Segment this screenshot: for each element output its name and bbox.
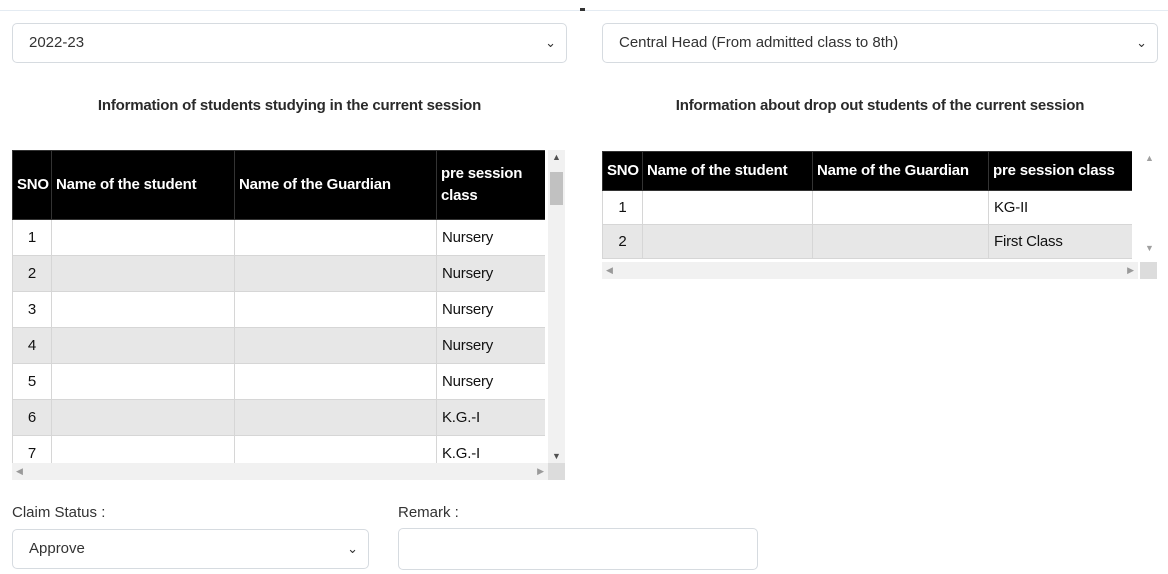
column-header-pre-class[interactable]: pre session class xyxy=(436,150,545,220)
cell-guardian xyxy=(812,190,989,225)
table-row[interactable]: 6 K.G.-I xyxy=(12,399,545,436)
cell-student xyxy=(642,190,813,225)
cell-sno: 6 xyxy=(12,399,52,436)
table-header-row: SNO Name of the student Name of the Guar… xyxy=(602,151,1132,191)
cell-sno: 5 xyxy=(12,363,52,400)
current-session-heading: Information of students studying in the … xyxy=(97,97,482,114)
remark-label: Remark : xyxy=(398,504,459,521)
cell-sno: 2 xyxy=(602,224,643,259)
table-header-row: SNO Name of the student Name of the Guar… xyxy=(12,150,545,220)
cell-sno: 7 xyxy=(12,435,52,463)
current-session-grid[interactable]: SNO Name of the student Name of the Guar… xyxy=(12,150,545,463)
cell-pre-class: K.G.-I xyxy=(436,399,545,436)
claim-status-value: Approve xyxy=(29,540,85,557)
current-grid-horizontal-scrollbar[interactable]: ◀ ▶ xyxy=(12,463,548,480)
table-row[interactable]: 2 First Class xyxy=(602,224,1132,259)
column-header-sno[interactable]: SNO xyxy=(602,151,643,191)
cell-pre-class: Nursery xyxy=(436,255,545,292)
cell-pre-class: KG-II xyxy=(988,190,1132,225)
table-row[interactable]: 4 Nursery xyxy=(12,327,545,364)
triangle-up-icon[interactable]: ▲ xyxy=(548,150,565,164)
cell-sno: 1 xyxy=(12,219,52,256)
session-year-select[interactable]: 2022-23 ⌄ xyxy=(12,23,567,63)
cell-guardian xyxy=(234,219,437,256)
head-select[interactable]: Central Head (From admitted class to 8th… xyxy=(602,23,1158,63)
scrollbar-corner xyxy=(548,463,565,480)
cell-student xyxy=(51,435,235,463)
table-row[interactable]: 1 Nursery xyxy=(12,219,545,256)
table-row[interactable]: 2 Nursery xyxy=(12,255,545,292)
column-header-student[interactable]: Name of the student xyxy=(642,151,813,191)
cell-pre-class: Nursery xyxy=(436,327,545,364)
scrollbar-corner xyxy=(1140,262,1157,279)
cell-guardian xyxy=(234,363,437,400)
triangle-down-icon[interactable]: ▼ xyxy=(548,449,565,463)
dropout-grid-vertical-scrollbar[interactable]: ▲ ▼ xyxy=(1141,151,1158,259)
dropout-grid[interactable]: SNO Name of the student Name of the Guar… xyxy=(602,151,1132,259)
current-session-table: SNO Name of the student Name of the Guar… xyxy=(12,150,545,463)
cell-student xyxy=(51,399,235,436)
triangle-down-icon[interactable]: ▼ xyxy=(1141,241,1158,255)
cell-guardian xyxy=(234,291,437,328)
cell-guardian xyxy=(234,399,437,436)
chevron-down-icon: ⌄ xyxy=(545,35,556,50)
cell-student xyxy=(51,219,235,256)
cell-pre-class: Nursery xyxy=(436,291,545,328)
cell-guardian xyxy=(812,224,989,259)
table-row[interactable]: 1 KG-II xyxy=(602,190,1132,225)
table-row[interactable]: 7 K.G.-I xyxy=(12,435,545,463)
triangle-left-icon[interactable]: ◀ xyxy=(16,463,23,480)
cell-student xyxy=(51,291,235,328)
cell-guardian xyxy=(234,435,437,463)
chevron-down-icon: ⌄ xyxy=(1136,35,1147,50)
dropout-table: SNO Name of the student Name of the Guar… xyxy=(602,151,1132,259)
cell-sno: 1 xyxy=(602,190,643,225)
cell-sno: 4 xyxy=(12,327,52,364)
dropout-heading: Information about drop out students of t… xyxy=(675,97,1085,114)
column-header-pre-class[interactable]: pre session class xyxy=(988,151,1132,191)
table-row[interactable]: 5 Nursery xyxy=(12,363,545,400)
cell-guardian xyxy=(234,327,437,364)
scrollbar-thumb[interactable] xyxy=(550,172,563,205)
column-header-guardian[interactable]: Name of the Guardian xyxy=(234,150,437,220)
cell-student xyxy=(51,255,235,292)
chevron-down-icon: ⌄ xyxy=(347,541,358,556)
head-value: Central Head (From admitted class to 8th… xyxy=(619,34,899,51)
cell-pre-class: Nursery xyxy=(436,363,545,400)
resize-handle-mark xyxy=(580,8,585,11)
claim-status-select[interactable]: Approve ⌄ xyxy=(12,529,369,569)
current-grid-vertical-scrollbar[interactable]: ▲ ▼ xyxy=(548,150,565,463)
cell-pre-class: First Class xyxy=(988,224,1132,259)
dropout-grid-horizontal-scrollbar[interactable]: ◀ ▶ xyxy=(602,262,1138,279)
cell-guardian xyxy=(234,255,437,292)
triangle-left-icon[interactable]: ◀ xyxy=(606,262,613,279)
cell-sno: 3 xyxy=(12,291,52,328)
cell-student xyxy=(642,224,813,259)
triangle-right-icon[interactable]: ▶ xyxy=(537,463,544,480)
cell-sno: 2 xyxy=(12,255,52,292)
cell-pre-class: K.G.-I xyxy=(436,435,545,463)
session-year-value: 2022-23 xyxy=(29,34,85,51)
table-row[interactable]: 3 Nursery xyxy=(12,291,545,328)
column-header-student[interactable]: Name of the student xyxy=(51,150,235,220)
column-header-sno[interactable]: SNO xyxy=(12,150,52,220)
triangle-up-icon[interactable]: ▲ xyxy=(1141,151,1158,165)
cell-pre-class: Nursery xyxy=(436,219,545,256)
column-header-guardian[interactable]: Name of the Guardian xyxy=(812,151,989,191)
claim-status-label: Claim Status : xyxy=(12,504,106,521)
cell-student xyxy=(51,327,235,364)
triangle-right-icon[interactable]: ▶ xyxy=(1127,262,1134,279)
remark-input[interactable] xyxy=(398,528,758,570)
cell-student xyxy=(51,363,235,400)
